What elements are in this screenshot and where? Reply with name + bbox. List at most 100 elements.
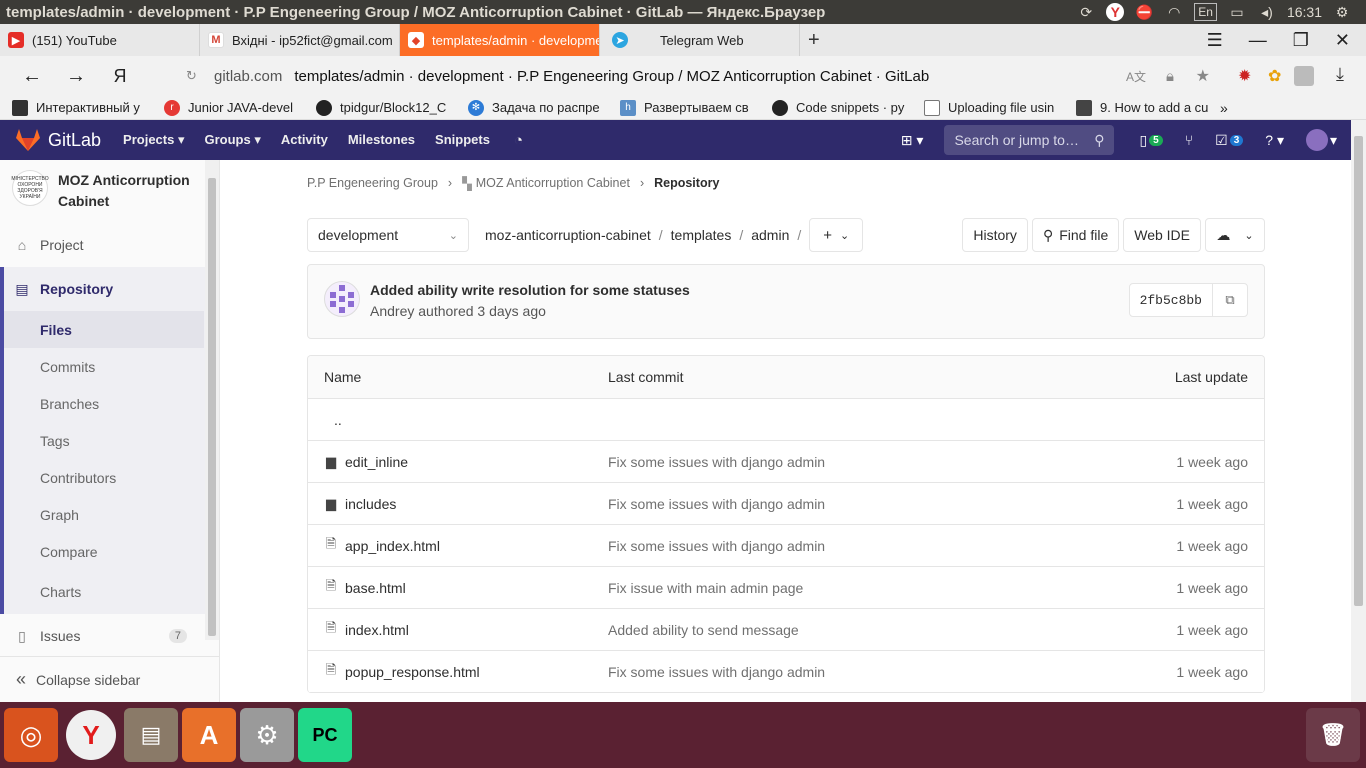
extension-ladybug-icon[interactable]: ✹	[1238, 66, 1251, 86]
clock[interactable]: 16:31	[1287, 4, 1322, 20]
profile-icon[interactable]	[1294, 66, 1314, 86]
sidebar-item-project[interactable]: ⌂ Project	[0, 226, 219, 263]
file-name-cell[interactable]: 🗎︎ app_index.html	[324, 535, 440, 557]
file-last-commit[interactable]: Added ability to send message	[608, 622, 799, 638]
find-file-button[interactable]: ⚲ Find file	[1031, 218, 1120, 252]
bookmark-item[interactable]: r Junior JAVA-devel	[152, 99, 304, 116]
bookmark-item[interactable]: ✻ Задача по распре	[456, 99, 608, 116]
sidebar-item-commits[interactable]: Commits	[0, 348, 219, 385]
bookmark-item[interactable]: tpidgur/Block12_C	[304, 99, 456, 116]
sidebar-item-branches[interactable]: Branches	[0, 385, 219, 422]
file-name-cell[interactable]: ▆ includes	[324, 496, 396, 512]
collapse-sidebar-button[interactable]: « Collapse sidebar	[0, 656, 220, 702]
breadcrumb-group[interactable]: P.P Engeneering Group	[307, 176, 438, 191]
download-icon[interactable]: ⤓	[1336, 64, 1344, 85]
file-name-cell[interactable]: 🗎︎ base.html	[324, 577, 406, 599]
tab-gitlab[interactable]: ◆ templates/admin · development ✕	[400, 24, 600, 56]
yandex-browser-icon[interactable]: Y	[66, 710, 116, 760]
download-dropdown[interactable]: ☁ ⌄	[1205, 218, 1265, 252]
tab-youtube[interactable]: ▶ (151) YouTube	[0, 24, 200, 56]
file-name-cell[interactable]: 🗎︎ index.html	[324, 619, 409, 641]
file-name[interactable]: index.html	[345, 622, 409, 638]
web-ide-button[interactable]: Web IDE	[1123, 218, 1201, 252]
file-last-commit[interactable]: Fix some issues with django admin	[608, 496, 825, 512]
file-last-commit[interactable]: Fix some issues with django admin	[608, 538, 825, 554]
sidebar-item-contributors[interactable]: Contributors	[0, 459, 219, 496]
issues-link[interactable]: ▯ 5	[1139, 132, 1163, 149]
file-name[interactable]: edit_inline	[345, 454, 408, 470]
table-row[interactable]: 🗎︎ base.html Fix issue with main admin pag…	[308, 567, 1264, 609]
settings-icon[interactable]: ⚙	[240, 708, 294, 762]
breadcrumb-current[interactable]: Repository	[654, 176, 719, 191]
commit-sha[interactable]: 2fb5c8bb	[1130, 284, 1213, 316]
sidebar-item-repository[interactable]: ▤ Repository	[0, 267, 219, 311]
path-segment[interactable]: admin	[751, 227, 789, 243]
table-row[interactable]: 🗎︎ index.html Added ability to send messag…	[308, 609, 1264, 651]
ubuntu-icon[interactable]: ◎	[4, 708, 58, 762]
star-icon[interactable]: ★	[1196, 66, 1210, 86]
sidebar-item-graph[interactable]: Graph	[0, 496, 219, 533]
restore-icon[interactable]: ❐	[1293, 30, 1309, 51]
wifi-icon[interactable]: ◠	[1164, 3, 1184, 21]
sidebar-item-tags[interactable]: Tags	[0, 422, 219, 459]
menu-activity[interactable]: Activity	[281, 132, 328, 149]
file-last-commit[interactable]: Fix issue with main admin page	[608, 580, 803, 596]
battery-icon[interactable]: ▭	[1227, 3, 1247, 21]
file-last-commit[interactable]: Fix some issues with django admin	[608, 664, 825, 680]
table-row[interactable]: 🗎︎ app_index.html Fix some issues with dja…	[308, 525, 1264, 567]
trash-icon[interactable]: 🗑︎	[1306, 708, 1360, 762]
gitlab-home-link[interactable]: GitLab	[0, 129, 101, 151]
files-icon[interactable]: ▤	[124, 708, 178, 762]
parent-dir-link[interactable]: ..	[334, 412, 342, 428]
table-row[interactable]: 🗎︎ popup_response.html Fix some issues wit…	[308, 651, 1264, 693]
file-name-cell[interactable]: 🗎︎ popup_response.html	[324, 661, 480, 683]
reload-icon[interactable]: ↻	[186, 68, 197, 84]
branch-select[interactable]: development ⌄	[307, 218, 469, 252]
file-name[interactable]: base.html	[345, 580, 406, 596]
sidebar-project-header[interactable]: МІНІСТЕРСТВО ОХОРОНИ ЗДОРОВ'Я УКРАЇНИ MO…	[0, 160, 219, 226]
scrollbar-thumb[interactable]	[1354, 136, 1363, 606]
bookmark-item[interactable]: 9. How to add a cu	[1064, 99, 1214, 116]
yandex-tray-icon[interactable]: Y	[1106, 3, 1125, 21]
copy-icon[interactable]: ⧉	[1213, 284, 1247, 316]
minimize-icon[interactable]: —	[1249, 30, 1267, 51]
translate-icon[interactable]: A文	[1126, 68, 1146, 85]
page-scrollbar[interactable]	[1351, 120, 1366, 702]
add-to-tree-dropdown[interactable]: + ⌄	[809, 218, 864, 252]
sidebar-item-charts[interactable]: Charts	[0, 570, 219, 614]
sidebar-item-issues[interactable]: ▯ Issues 7	[0, 614, 219, 658]
forward-icon[interactable]: →	[54, 65, 98, 88]
menu-groups[interactable]: Groups ▾	[205, 132, 261, 149]
sidebar-scrollbar[interactable]	[205, 160, 219, 640]
url-field[interactable]: ↻ gitlab.com templates/admin · developme…	[176, 62, 1220, 90]
back-icon[interactable]: ←	[10, 65, 54, 88]
file-name[interactable]: includes	[345, 496, 396, 512]
performance-icon[interactable]: ◔	[514, 132, 523, 149]
scrollbar-thumb[interactable]	[208, 178, 216, 636]
commit-message[interactable]: Added ability write resolution for some …	[370, 282, 690, 298]
todos-link[interactable]: ☑ 3	[1215, 132, 1244, 149]
bookmark-item[interactable]: Uploading file usin	[912, 99, 1064, 116]
author-avatar[interactable]	[324, 281, 360, 317]
tab-gmail[interactable]: M Вхідні - ip52fict@gmail.com	[200, 24, 400, 56]
menu-icon[interactable]: ☰	[1207, 30, 1223, 51]
file-last-commit[interactable]: Fix some issues with django admin	[608, 454, 825, 470]
pycharm-icon[interactable]: PC	[298, 708, 352, 762]
sidebar-item-files[interactable]: Files	[0, 311, 204, 348]
keyboard-layout[interactable]: En	[1194, 3, 1217, 21]
power-gear-icon[interactable]: ⚙	[1332, 3, 1352, 21]
menu-projects[interactable]: Projects ▾	[123, 132, 184, 149]
menu-snippets[interactable]: Snippets	[435, 132, 490, 149]
no-entry-icon[interactable]: ⛔	[1134, 3, 1154, 21]
menu-milestones[interactable]: Milestones	[348, 132, 415, 149]
new-tab-icon[interactable]: +	[808, 29, 820, 52]
bookmark-item[interactable]: Интерактивный у	[0, 99, 152, 116]
breadcrumb-project[interactable]: MOZ Anticorruption Cabinet	[476, 176, 630, 191]
tab-telegram[interactable]: ➤ Telegram Web	[600, 24, 800, 56]
volume-icon[interactable]: ◂)	[1257, 3, 1277, 21]
sync-icon[interactable]: ⟳	[1076, 3, 1096, 21]
bookmark-item[interactable]: Code snippets · py	[760, 99, 912, 116]
path-root[interactable]: moz-anticorruption-cabinet	[485, 227, 651, 243]
more-bookmarks-icon[interactable]: »	[1220, 100, 1228, 116]
file-name[interactable]: app_index.html	[345, 538, 440, 554]
